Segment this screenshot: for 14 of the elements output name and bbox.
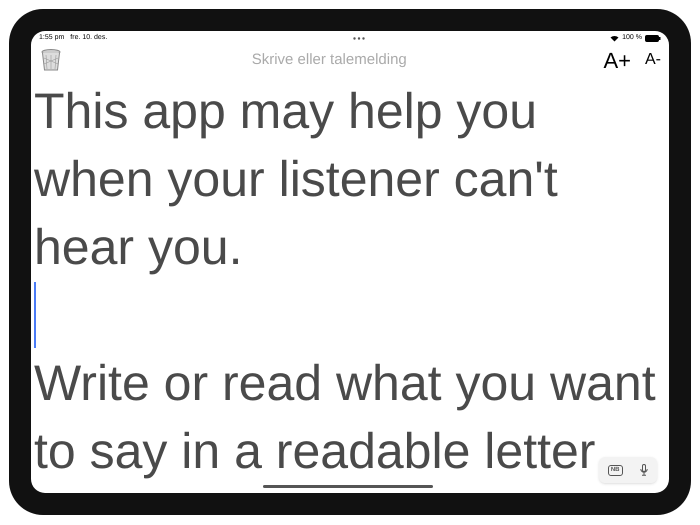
decrease-font-button[interactable]: A- [645,48,661,72]
increase-font-button[interactable]: A+ [603,44,631,76]
text-cursor [34,282,36,348]
screen-title: Skrive eller talemelding [252,51,407,68]
battery-icon [645,34,661,42]
editor-text-line: to say in a readable letter [34,422,596,481]
trash-icon[interactable] [41,49,61,71]
wifi-icon [610,34,620,42]
editor-text-line: Write or read what you want [34,354,656,413]
multitasking-dots-icon[interactable] [352,36,365,40]
microphone-icon[interactable] [640,464,648,476]
editor-text-line: hear you. [34,218,242,277]
editor-text-line: when your listener can't [34,150,558,209]
editor-text-line: This app may help you [34,82,538,141]
